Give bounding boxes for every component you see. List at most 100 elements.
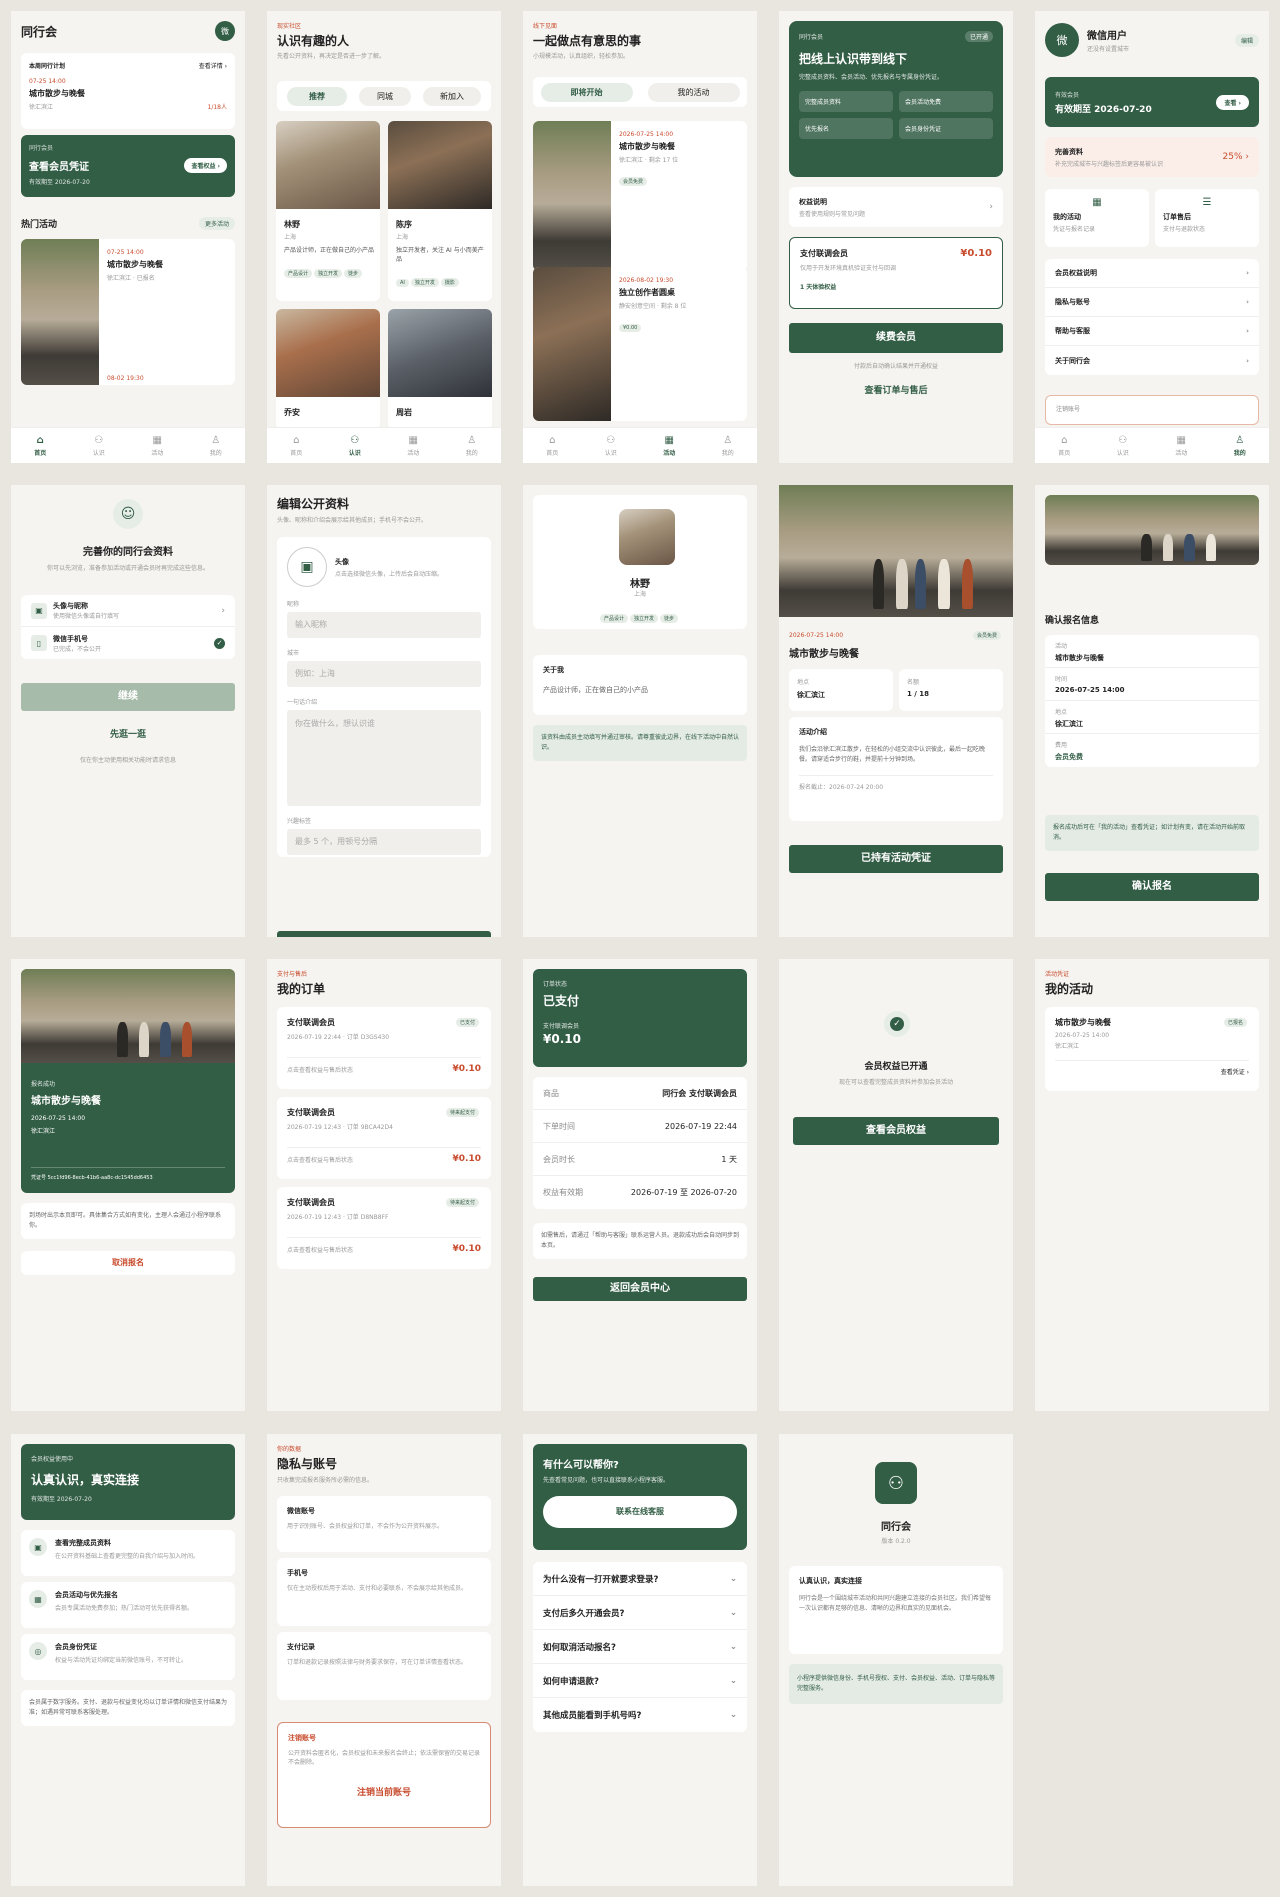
- delete-account-entry[interactable]: 注销账号: [1045, 395, 1259, 425]
- member-expiry: 有效期至 2026-07-20: [1055, 104, 1152, 115]
- delete-account-button[interactable]: 注销当前账号: [288, 1785, 480, 1798]
- user-circle-icon: ☺: [113, 499, 143, 529]
- event-card-1[interactable]: 2026-07-25 14:00 城市散步与晚餐 徐汇滨江 · 剩余 17 位 …: [533, 121, 747, 271]
- renew-button[interactable]: 续费会员: [789, 323, 1003, 353]
- benefit-item: 优先报名: [799, 118, 893, 139]
- orders-link[interactable]: 查看订单与售后: [789, 383, 1003, 396]
- user-icon: ♙: [1235, 435, 1245, 446]
- cancel-registration-button[interactable]: 取消报名: [21, 1251, 235, 1275]
- member-view-button[interactable]: 查看 ›: [1216, 94, 1249, 110]
- event-title: 独立创作者圆桌: [619, 288, 675, 297]
- faq-item[interactable]: 如何申请退款? ⌄: [533, 1664, 747, 1698]
- continue-button[interactable]: 继续: [21, 683, 235, 711]
- screens-board: 同行会 微 本周同行计划 查看详情 › 07-25 14:00 城市散步与晚餐 徐…: [0, 0, 1280, 1897]
- plan-tag: 1 天体验权益: [800, 284, 837, 291]
- seg-recommend[interactable]: 推荐: [287, 86, 347, 106]
- tab-home[interactable]: ⌂ 首页: [523, 428, 582, 463]
- phone-item[interactable]: ▯ 微信手机号 已完成，不会公开 ✓: [21, 627, 235, 659]
- plan-card[interactable]: 支付联调会员 ¥0.10 仅用于开发环境真机验证支付与回调 1 天体验权益: [789, 237, 1003, 309]
- member-card-3[interactable]: 乔安: [276, 309, 380, 429]
- view-ticket-link[interactable]: 查看凭证 ›: [1055, 1060, 1249, 1076]
- menu-item[interactable]: 帮助与客服 ›: [1045, 317, 1259, 346]
- screen-privacy: 你的数据 隐私与账号 只收集完成报名服务所必需的信息。 微信账号 用于识别账号、会员权…: [267, 1434, 501, 1886]
- menu-item[interactable]: 隐私与账号 ›: [1045, 288, 1259, 317]
- tab-me[interactable]: ♙ 我的: [187, 428, 246, 463]
- quick-my-events[interactable]: ▦ 我的活动 凭证与报名记录: [1045, 189, 1149, 247]
- tab-events[interactable]: ▦ 活动: [384, 428, 443, 463]
- contact-service-button[interactable]: 联系在线客服: [543, 1496, 737, 1528]
- bio-textarea[interactable]: 你在做什么，想认识谁: [287, 710, 481, 806]
- order-item[interactable]: 支付联调会员 已支付 2026-07-19 22:44 · 订单 D3GS430 …: [277, 1007, 491, 1089]
- order-item[interactable]: 支付联调会员 待来起支付 2026-07-19 12:43 · 订单 D8NB8F…: [277, 1187, 491, 1269]
- tab-me[interactable]: ♙ 我的: [699, 428, 758, 463]
- tab-home[interactable]: ⌂ 首页: [11, 428, 70, 463]
- tags-input[interactable]: 最多 5 个，用顿号分隔: [287, 829, 481, 855]
- calendar-icon: ▦: [1176, 435, 1186, 446]
- tab-events[interactable]: ▦ 活动: [1152, 428, 1211, 463]
- my-events-title: 我的活动: [1045, 982, 1094, 996]
- right-item: ◎ 会员身份凭证 权益与活动凭证均绑定当前微信账号，不可转让。: [21, 1634, 235, 1680]
- ticket-place: 徐汇滨江: [31, 1128, 56, 1135]
- ticket-card: 报名成功 城市散步与晚餐 2026-07-25 14:00 徐汇滨江 凭证号 5…: [21, 969, 235, 1193]
- skip-button[interactable]: 先逛一逛: [21, 727, 235, 740]
- tab-me[interactable]: ♙ 我的: [1211, 428, 1270, 463]
- plan-link[interactable]: 查看详情 ›: [199, 61, 227, 70]
- menu-item[interactable]: 关于同行会 ›: [1045, 346, 1259, 375]
- seg-city[interactable]: 同城: [359, 86, 411, 106]
- city-input[interactable]: 例如：上海: [287, 661, 481, 687]
- faq-item[interactable]: 如何取消活动报名? ⌄: [533, 1630, 747, 1664]
- faq-item[interactable]: 为什么没有一打开就要求登录? ⌄: [533, 1562, 747, 1596]
- avatar[interactable]: 微: [215, 21, 235, 41]
- edit-profile-button[interactable]: 编辑: [1234, 33, 1259, 47]
- tab-meet[interactable]: ⚇ 认识: [326, 428, 385, 463]
- avatar-picker[interactable]: ▣: [287, 547, 327, 587]
- hot-event-card[interactable]: 07-25 14:00 城市散步与晚餐 徐汇滨江 · 已报名 08-02 19:…: [21, 239, 235, 385]
- save-button[interactable]: [277, 931, 491, 937]
- member-card-1[interactable]: 林野 上海 产品设计师，正在做自己的小产品 产品设计 独立开发 徒步: [276, 121, 380, 301]
- hot-more-button[interactable]: 更多活动: [198, 217, 235, 230]
- screen-activated: ✓ 会员权益已开通 现在可以查看完整成员资料并参加会员活动 查看会员权益: [779, 959, 1013, 1411]
- event2-date: 08-02 19:30: [107, 375, 144, 382]
- faq-item[interactable]: 支付后多久开通会员? ⌄: [533, 1596, 747, 1630]
- avatar-nickname-item[interactable]: ▣ 头像与昵称 使用微信头像或自行填写 ›: [21, 595, 235, 627]
- member-card-4[interactable]: 周岩: [388, 309, 492, 429]
- avatar[interactable]: 微: [1045, 23, 1079, 57]
- week-plan-card[interactable]: 本周同行计划 查看详情 › 07-25 14:00 城市散步与晚餐 徐汇滨江 1/1…: [21, 53, 235, 129]
- event-card-2[interactable]: 2026-08-02 19:30 独立创作者圆桌 静安创意空间 · 剩余 8 位…: [533, 267, 747, 421]
- tab-meet[interactable]: ⚇ 认识: [1094, 428, 1153, 463]
- seg-mine[interactable]: 我的活动: [647, 82, 740, 102]
- member-name: 周岩: [396, 408, 412, 417]
- quick-sub: 支付与退款状态: [1163, 226, 1206, 233]
- nickname-input[interactable]: 输入昵称: [287, 612, 481, 638]
- back-member-center-button[interactable]: 返回会员中心: [533, 1277, 747, 1301]
- tab-events[interactable]: ▦ 活动: [128, 428, 187, 463]
- right-item: ▣ 查看完整成员资料 在公开资料基础上查看更完整的自我介绍与加入时间。: [21, 1530, 235, 1576]
- about-note: 小程序提供微信身份、手机号授权、支付、会员权益、活动、订单与隐私等完整服务。: [789, 1664, 1003, 1704]
- profile-sub: 补充完成城市与兴趣标签后更容易被认识: [1055, 160, 1164, 168]
- tab-meet[interactable]: ⚇ 认识: [70, 428, 129, 463]
- event-cover-photo: [1045, 495, 1259, 565]
- people-icon: ⚇: [94, 435, 104, 446]
- order-item[interactable]: 支付联调会员 待来起支付 2026-07-19 12:43 · 订单 9BCA42…: [277, 1097, 491, 1179]
- home-icon: ⌂: [36, 435, 44, 446]
- seg-upcoming[interactable]: 即将开始: [540, 82, 633, 102]
- ticket-button[interactable]: 已持有活动凭证: [789, 845, 1003, 873]
- tab-meet[interactable]: ⚇ 认识: [582, 428, 641, 463]
- view-rights-button[interactable]: 查看会员权益: [793, 1117, 999, 1145]
- confirm-button[interactable]: 确认报名: [1045, 873, 1259, 901]
- tab-events[interactable]: ▦ 活动: [640, 428, 699, 463]
- tab-me[interactable]: ♙ 我的: [443, 428, 502, 463]
- member-card-2[interactable]: 陈序 上海 独立开发者，关注 AI 与小而美产品 AI 独立开发 摄影: [388, 121, 492, 301]
- my-event-card[interactable]: 城市散步与晚餐 已报名 2026-07-25 14:00 徐汇滨江 查看凭证 ›: [1045, 1007, 1259, 1091]
- tab-home[interactable]: ⌂ 首页: [267, 428, 326, 463]
- quick-orders[interactable]: ☰ 订单售后 支付与退款状态: [1155, 189, 1259, 247]
- seg-new[interactable]: 新加入: [423, 86, 481, 106]
- tab-home[interactable]: ⌂ 首页: [1035, 428, 1094, 463]
- rights-link[interactable]: 权益说明 查看使用规则与常见问题 ›: [789, 187, 1003, 227]
- member-btn[interactable]: 查看权益 ›: [184, 158, 227, 173]
- me-member-card[interactable]: 有效会员 有效期至 2026-07-20 查看 ›: [1045, 77, 1259, 127]
- profile-progress[interactable]: 完善资料 补充完成城市与兴趣标签后更容易被认识 25% ›: [1045, 137, 1259, 177]
- faq-item[interactable]: 其他成员能看到手机号吗? ⌄: [533, 1698, 747, 1732]
- menu-item[interactable]: 会员权益说明 ›: [1045, 259, 1259, 288]
- member-card[interactable]: 同行会员 查看会员凭证 查看权益 › 有效期至 2026-07-20: [21, 135, 235, 197]
